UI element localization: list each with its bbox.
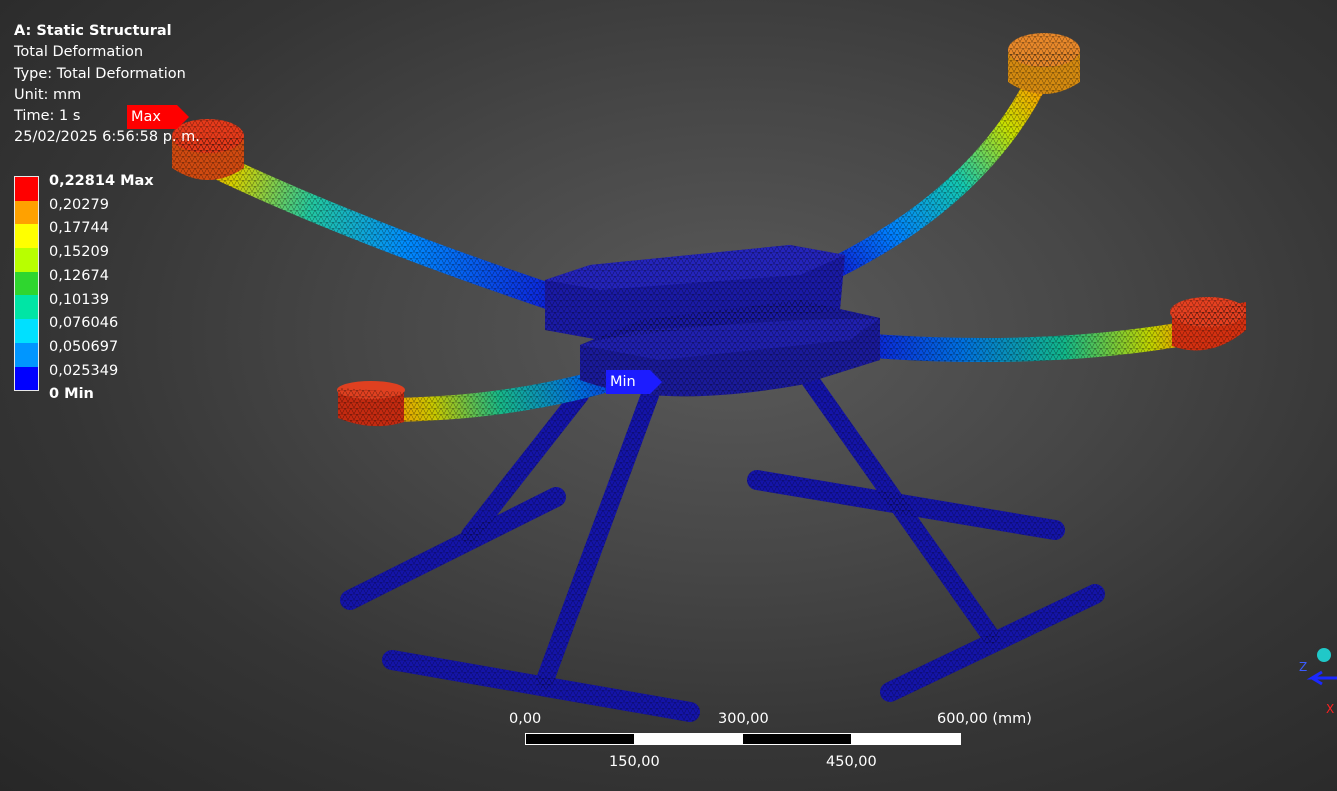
legend-min-label: 0 Min — [49, 386, 94, 403]
legend-label: 0,12674 — [49, 267, 109, 284]
triad-x-label: X — [1326, 702, 1334, 716]
analysis-title: A: Static Structural — [14, 23, 172, 39]
scale-label: 0,00 — [509, 711, 542, 727]
legend-color-band — [15, 248, 38, 272]
legend-color-bar — [14, 176, 39, 392]
model-viewport[interactable]: Z X — [0, 0, 1337, 791]
central-body — [545, 245, 880, 397]
legend-color-band — [15, 319, 38, 343]
legend-color-band — [15, 342, 38, 367]
scale-segment — [742, 733, 852, 745]
triad-z-label: Z — [1299, 660, 1307, 674]
legend-color-band — [15, 177, 38, 201]
scale-label: 300,00 — [718, 711, 769, 727]
min-probe-label[interactable]: Min — [606, 370, 662, 394]
legend-color-band — [15, 295, 38, 320]
result-name: Total Deformation — [14, 44, 144, 61]
scale-label: 600,00 (mm) — [937, 711, 1032, 727]
legend-label: 0,10139 — [49, 291, 109, 308]
legend-max-label: 0,22814 Max — [49, 173, 154, 189]
legend-label: 0,15209 — [49, 244, 109, 261]
legend-color-band — [15, 271, 38, 296]
scale-segment — [851, 733, 961, 745]
legend-label: 0,076046 — [49, 315, 119, 332]
max-probe-label[interactable]: Max — [127, 105, 189, 129]
scale-label: 450,00 — [826, 754, 877, 770]
legend-label: 0,20279 — [49, 196, 109, 213]
legend-color-band — [15, 200, 38, 225]
scale-segment — [634, 733, 743, 745]
scale-segment — [525, 733, 635, 745]
scale-label: 150,00 — [609, 754, 660, 770]
result-info: A: Static Structural Total Deformation T… — [14, 21, 200, 149]
legend-color-band — [15, 366, 38, 391]
legend-label: 0,17744 — [49, 220, 109, 237]
result-datetime: 25/02/2025 6:56:58 p. m. — [14, 129, 200, 146]
legend-label: 0,025349 — [49, 362, 119, 379]
scale-bar: 0,00 300,00 600,00 (mm) 150,00 450,00 — [500, 708, 1040, 778]
legend-label: 0,050697 — [49, 338, 119, 355]
axis-triad: Z X — [1299, 648, 1337, 716]
result-type: Type: Total Deformation — [14, 65, 186, 82]
legend-color-band — [15, 224, 38, 249]
result-unit: Unit: mm — [14, 86, 82, 103]
